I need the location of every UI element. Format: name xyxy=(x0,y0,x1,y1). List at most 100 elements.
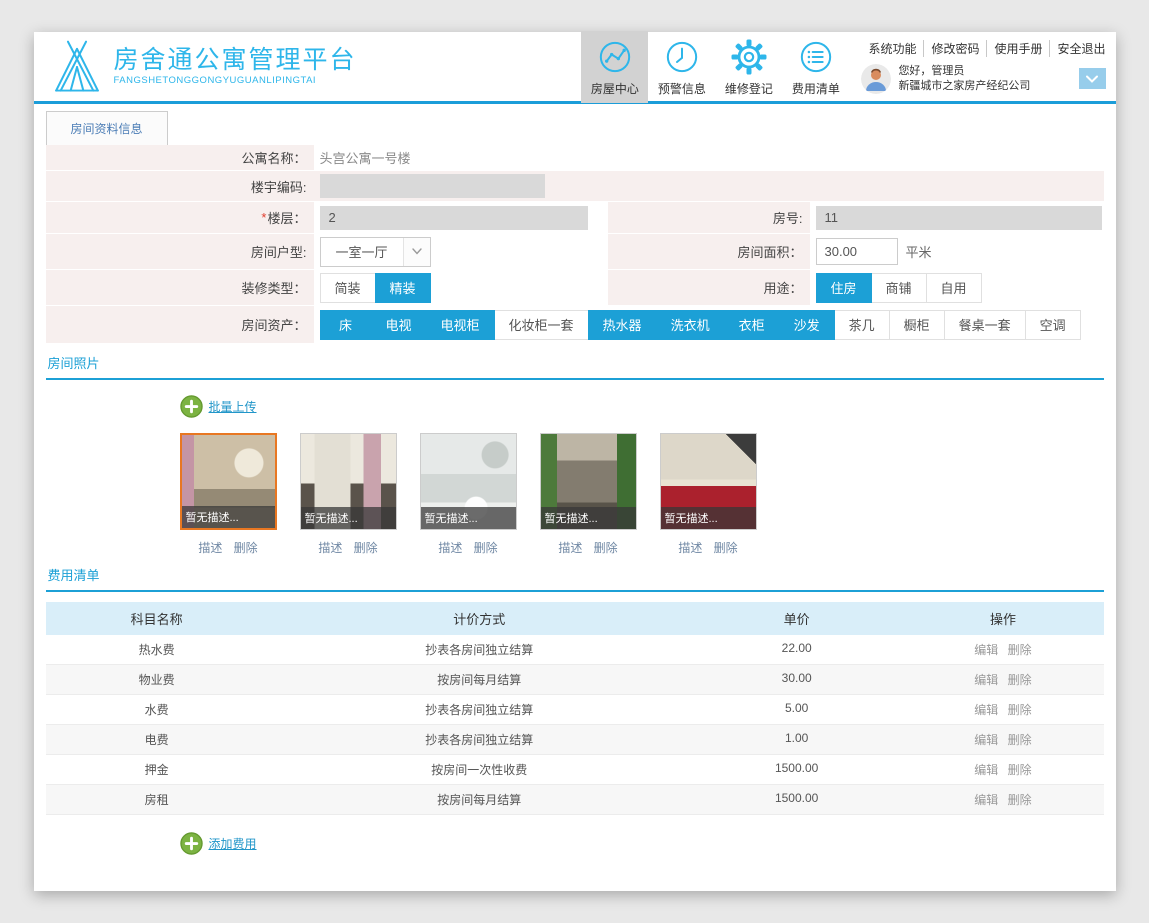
room-type-label: 房间户型: xyxy=(250,245,307,260)
asset-option[interactable]: 橱柜 xyxy=(888,309,945,340)
fee-pricing-method: 按房间每月结算 xyxy=(437,673,522,687)
room-photo-thumbnail[interactable]: 暂无描述... xyxy=(539,433,637,530)
fee-delete-link[interactable]: 删除 xyxy=(1008,793,1032,807)
fee-actions: 编辑 删除 xyxy=(902,755,1103,784)
fee-name: 物业费 xyxy=(138,673,175,687)
fee-edit-link[interactable]: 编辑 xyxy=(974,763,998,777)
photo-describe-link[interactable]: 描述 xyxy=(318,541,342,555)
fee-actions: 编辑 删除 xyxy=(902,725,1103,754)
asset-option[interactable]: 热水器 xyxy=(587,309,657,340)
user-row: 您好，管理员 新疆城市之家房产经纪公司 xyxy=(861,63,1106,94)
decoration-option[interactable]: 简装 xyxy=(319,272,376,303)
asset-option[interactable]: 洗衣机 xyxy=(655,309,725,340)
fee-edit-link[interactable]: 编辑 xyxy=(974,793,998,807)
asset-option[interactable]: 衣柜 xyxy=(723,309,780,340)
asset-option[interactable]: 电视 xyxy=(370,309,427,340)
app-header: 房舍通公寓管理平台 FANGSHETONGGONGYUGUANLIPINGTAI xyxy=(33,30,1116,104)
link-logout[interactable]: 安全退出 xyxy=(1049,39,1106,57)
room-photo-thumbnail[interactable]: 暂无描述... xyxy=(299,433,397,530)
link-system-functions[interactable]: 系统功能 xyxy=(861,40,923,57)
fee-edit-link[interactable]: 编辑 xyxy=(974,643,998,657)
asset-option[interactable]: 化妆柜一套 xyxy=(493,309,589,340)
decoration-options: 简装 精装 xyxy=(319,272,431,303)
nav-label: 房屋中心 xyxy=(590,81,639,96)
room-type-value: 一室一厅 xyxy=(335,245,388,260)
asset-option[interactable]: 电视柜 xyxy=(425,309,495,340)
nav-label: 维修登记 xyxy=(724,81,773,96)
asset-option[interactable]: 餐桌一套 xyxy=(943,309,1026,340)
asset-option[interactable]: 茶几 xyxy=(833,309,890,340)
chevron-down-icon[interactable] xyxy=(1078,68,1106,89)
nav-item-fee-list[interactable]: 费用清单 xyxy=(782,31,849,103)
asset-option[interactable]: 沙发 xyxy=(778,309,835,340)
photo-describe-link[interactable]: 描述 xyxy=(678,541,702,555)
fee-edit-link[interactable]: 编辑 xyxy=(974,703,998,717)
fee-delete-link[interactable]: 删除 xyxy=(1008,673,1032,687)
fee-name: 押金 xyxy=(144,763,169,777)
nav-item-maintenance[interactable]: 维修登记 xyxy=(715,31,782,103)
top-links: 系统功能 修改密码 使用手册 安全退出 xyxy=(861,39,1106,57)
room-photo-thumbnail[interactable]: 暂无描述... xyxy=(179,433,277,530)
photos-section-title: 房间照片 xyxy=(45,344,1104,380)
user-company: 新疆城市之家房产经纪公司 xyxy=(898,79,1031,92)
room-form: 公寓名称： 头宫公寓一号楼 楼宇编码: *楼层： 房号: 房间户型: xyxy=(45,145,1104,344)
asset-option[interactable]: 空调 xyxy=(1024,309,1081,340)
fees-section-title: 费用清单 xyxy=(45,556,1104,592)
room-photo-thumbnail[interactable]: 暂无描述... xyxy=(659,433,757,530)
add-plus-icon[interactable] xyxy=(179,832,203,855)
fee-delete-link[interactable]: 删除 xyxy=(1008,703,1032,717)
room-area-unit: 平米 xyxy=(905,245,932,260)
fee-actions: 编辑 删除 xyxy=(902,695,1103,724)
photo-delete-link[interactable]: 删除 xyxy=(594,541,618,555)
fee-name: 电费 xyxy=(144,733,169,747)
photo-describe-link[interactable]: 描述 xyxy=(198,541,222,555)
batch-upload-link[interactable]: 批量上传 xyxy=(209,398,257,415)
fee-pricing-method: 按房间每月结算 xyxy=(437,793,522,807)
row-floor-roomno: *楼层： 房号: xyxy=(45,202,1104,234)
room-photo-thumbnail[interactable]: 暂无描述... xyxy=(419,433,517,530)
decoration-option[interactable]: 精装 xyxy=(374,272,431,303)
add-fee-link[interactable]: 添加费用 xyxy=(209,835,257,852)
room-type-select[interactable]: 一室一厅 xyxy=(319,236,431,267)
photo-delete-link[interactable]: 删除 xyxy=(714,541,738,555)
photo-actions: 描述 删除 xyxy=(660,539,757,556)
photo-describe-link[interactable]: 描述 xyxy=(438,541,462,555)
photo-delete-link[interactable]: 删除 xyxy=(234,541,258,555)
fee-edit-link[interactable]: 编辑 xyxy=(974,673,998,687)
row-apartment-name: 公寓名称： 头宫公寓一号楼 xyxy=(45,145,1104,171)
fee-delete-link[interactable]: 删除 xyxy=(1008,733,1032,747)
photo-caption: 暂无描述... xyxy=(300,507,396,529)
asset-option[interactable]: 床 xyxy=(319,309,372,340)
fee-edit-link[interactable]: 编辑 xyxy=(974,733,998,747)
row-assets: 房间资产： 床 电视 电视柜 化妆柜一套 热水器 洗衣机 衣柜 沙发 茶几 橱柜… xyxy=(45,306,1104,344)
user-info: 您好，管理员 新疆城市之家房产经纪公司 xyxy=(898,64,1030,94)
room-no-label: 房号: xyxy=(772,211,803,226)
photo-actions: 描述 删除 xyxy=(420,539,517,556)
link-user-manual[interactable]: 使用手册 xyxy=(986,39,1049,57)
room-area-field[interactable] xyxy=(815,238,898,265)
row-building-code: 楼宇编码: xyxy=(45,171,1104,202)
tab-bar: 房间资料信息 xyxy=(34,104,1116,145)
link-change-password[interactable]: 修改密码 xyxy=(923,39,986,57)
usage-option[interactable]: 商铺 xyxy=(870,272,927,303)
floor-label: * 楼层： xyxy=(261,210,307,226)
batch-upload-row: 批量上传 xyxy=(179,395,1116,418)
nav-item-warning-info[interactable]: 预警信息 xyxy=(648,31,715,103)
user-greeting: 您好，管理员 xyxy=(898,64,965,77)
fee-unit-price: 22.00 xyxy=(781,641,812,655)
usage-option[interactable]: 住房 xyxy=(815,272,872,303)
fee-name: 热水费 xyxy=(138,643,175,657)
fee-delete-link[interactable]: 删除 xyxy=(1008,643,1032,657)
usage-option[interactable]: 自用 xyxy=(925,272,982,303)
photo-delete-link[interactable]: 删除 xyxy=(354,541,378,555)
photo-caption: 暂无描述... xyxy=(181,506,275,528)
photo-describe-link[interactable]: 描述 xyxy=(558,541,582,555)
tab-room-info[interactable]: 房间资料信息 xyxy=(45,111,168,145)
photo-delete-link[interactable]: 删除 xyxy=(474,541,498,555)
photo-actions: 描述 删除 xyxy=(540,539,637,556)
add-plus-icon[interactable] xyxy=(179,395,203,418)
main-nav: 房屋中心 预警信息 维修登记 费用清单 xyxy=(581,30,849,103)
fee-delete-link[interactable]: 删除 xyxy=(1008,763,1032,777)
nav-item-house-center[interactable]: 房屋中心 xyxy=(581,30,649,103)
floor-field xyxy=(319,205,588,230)
